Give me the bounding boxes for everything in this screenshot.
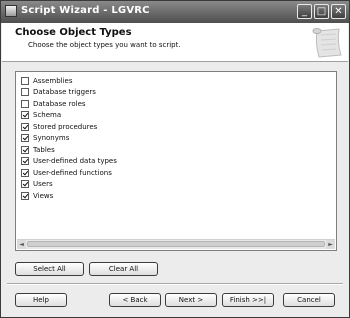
list-item-label: Tables (33, 145, 55, 154)
object-types-list[interactable]: Assemblies Database triggers Database role… (15, 71, 337, 251)
list-item-label: Stored procedures (33, 122, 98, 131)
cancel-button[interactable]: Cancel (283, 293, 335, 307)
footer-separator (7, 283, 343, 285)
list-item[interactable]: Users (21, 179, 53, 190)
list-item-label: User-defined data types (33, 157, 117, 165)
finish-button[interactable]: Finish >>| (222, 293, 274, 307)
app-icon (5, 5, 17, 17)
horizontal-scrollbar[interactable]: ◄ ► (17, 239, 335, 249)
list-item-label: Views (33, 191, 54, 200)
scroll-left-arrow-icon[interactable]: ◄ (17, 240, 26, 249)
window-title: Script Wizard - LGVRC (21, 5, 150, 16)
list-item-label: Schema (33, 111, 62, 119)
script-wizard-window: Script Wizard - LGVRC _ □ ✕ Choose Objec… (0, 0, 350, 318)
list-item[interactable]: Assemblies (21, 75, 73, 86)
list-item-label: Database triggers (33, 88, 96, 96)
list-item[interactable]: User-defined data types (21, 156, 117, 167)
checkbox[interactable] (21, 122, 29, 131)
scroll-thumb[interactable] (27, 241, 325, 247)
list-item-label: Users (33, 180, 53, 188)
next-button[interactable]: Next > (165, 293, 217, 307)
checkbox[interactable] (21, 134, 29, 142)
list-item[interactable]: Schema (21, 110, 61, 121)
checkbox[interactable] (21, 157, 29, 165)
checkbox[interactable] (21, 76, 29, 85)
checkbox[interactable] (21, 191, 29, 200)
page-subtitle: Choose the object types you want to scri… (28, 41, 181, 49)
checkbox[interactable] (21, 145, 29, 154)
checkbox[interactable] (21, 99, 29, 108)
list-item[interactable]: Synonyms (21, 133, 69, 144)
list-item[interactable]: Tables (21, 144, 55, 155)
list-item[interactable]: Database roles (21, 98, 86, 109)
list-item[interactable]: Views (21, 190, 53, 201)
list-item[interactable]: User-defined functions (21, 167, 112, 178)
list-item-label: Assemblies (33, 76, 73, 85)
back-button[interactable]: < Back (109, 293, 161, 307)
checkbox[interactable] (21, 111, 29, 119)
select-all-button[interactable]: Select All (15, 262, 84, 276)
list-item[interactable]: Database triggers (21, 87, 96, 98)
scroll-right-arrow-icon[interactable]: ► (326, 240, 335, 249)
maximize-button[interactable]: □ (314, 4, 329, 19)
close-button[interactable]: ✕ (331, 4, 346, 19)
clear-all-button[interactable]: Clear All (89, 262, 158, 276)
wizard-scroll-icon (312, 28, 342, 58)
wizard-header: Choose Object Types Choose the object ty… (2, 23, 348, 62)
page-title: Choose Object Types (15, 27, 132, 38)
list-item-label: Database roles (33, 99, 86, 108)
title-bar[interactable]: Script Wizard - LGVRC _ □ ✕ (1, 1, 349, 23)
help-button[interactable]: Help (15, 293, 67, 307)
checkbox[interactable] (21, 88, 29, 96)
checkbox[interactable] (21, 168, 29, 177)
checkbox[interactable] (21, 180, 29, 188)
list-item-label: Synonyms (33, 134, 70, 142)
minimize-button[interactable]: _ (297, 4, 312, 19)
list-item[interactable]: Stored procedures (21, 121, 97, 132)
list-item-label: User-defined functions (33, 168, 112, 177)
